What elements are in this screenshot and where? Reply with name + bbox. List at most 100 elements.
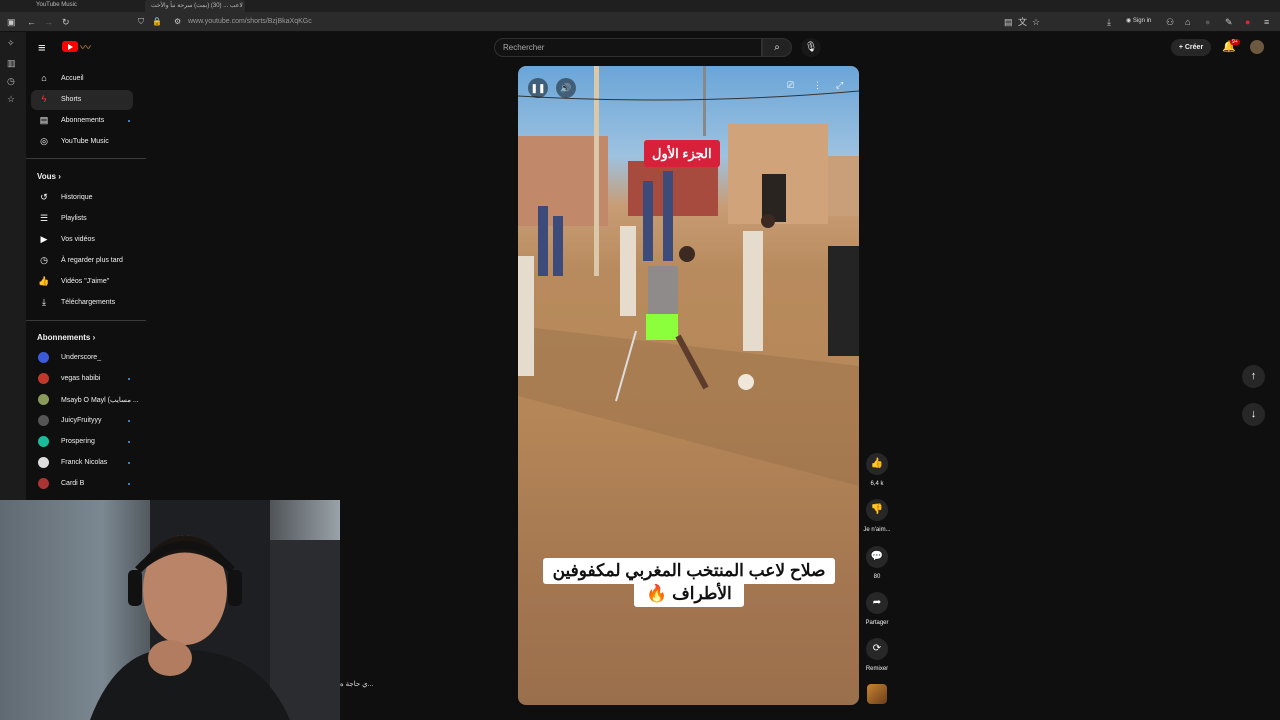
nav-item-youtube-music[interactable]: ◎ YouTube Music [31,132,133,152]
volume-icon: 🔊 [560,83,572,93]
remix-icon: ⟳ [872,643,882,654]
chevron-right-icon: › [58,172,61,181]
subscription-item[interactable]: Franck Nicolas [31,453,133,473]
nav-item-downloads[interactable]: ⤓ Téléchargements [31,293,133,313]
captions-icon[interactable]: ⎚ [787,80,794,91]
mic-button[interactable]: 🎙 [801,38,821,57]
chat-message-snippet: ...ي حاجة ه [340,681,374,688]
fullscreen-icon[interactable]: ⤢ [836,80,843,91]
browser-menu-icon[interactable]: ≡ [1264,12,1269,32]
comments-button[interactable]: 💬 [866,546,888,568]
translate-icon[interactable]: 文 [1018,12,1027,32]
shorts-icon: ϟ [41,94,47,104]
lock-icon[interactable]: 🔒 [152,12,162,32]
new-content-dot [128,462,130,464]
subscription-item[interactable]: Msayb O Mayl (مسايب ... [31,390,139,410]
next-short-button[interactable]: ↓ [1242,403,1265,426]
sign-in-button[interactable]: ◉ Sign in [1126,17,1151,24]
streamer-camera [90,500,340,720]
like-button[interactable]: 👍 [866,453,888,475]
subscription-item[interactable]: Prospering [31,432,133,452]
forward-icon[interactable]: → [44,12,53,32]
address-bar: ▣ ← → ↻ ⛉ 🔒 ⚙ www.youtube.com/shorts/Bzj… [0,12,1280,32]
youtube-sidebar: ⌂ Accueil ϟ Shorts ▤ Abonnements ◎ YouTu… [26,62,146,502]
like-count: 6,4 k [870,481,884,487]
channel-avatar [38,415,49,426]
new-content-dot [128,483,130,485]
download-icon[interactable]: ⤓ [1107,12,1111,32]
home-icon: ⌂ [41,73,47,83]
nav-item-home[interactable]: ⌂ Accueil [31,69,133,89]
ai-icon[interactable]: ✧ [7,38,15,49]
doodle-logo[interactable]: 〰 [80,39,91,55]
channel-avatar [38,373,49,384]
wallet-icon[interactable]: ▥ [7,58,16,69]
arrow-up-icon: ↑ [1250,370,1257,382]
extension-icon[interactable]: ⚇ [1166,12,1174,32]
nav-item-liked-videos[interactable]: 👍 Vidéos "J'aime" [31,272,133,292]
share-icon: ➦ [872,597,882,608]
account-avatar[interactable] [1250,40,1264,54]
url-text[interactable]: www.youtube.com/shorts/BzjBkaXqKGc [188,12,312,32]
subscription-item[interactable]: Cardi B [31,474,133,494]
caption-line: الأطراف 🔥 [634,584,744,607]
vpn-icon[interactable]: ⌂ [1185,12,1190,32]
browser-tab[interactable]: YouTube Music [30,0,83,12]
share-label: Partager [865,620,889,626]
browser-tab-active[interactable]: لاعب ... (30) (بمت) سرحة نبأ والأخت [145,0,245,12]
pause-button[interactable]: ❚❚ [528,78,548,98]
sidebar-toggle-icon[interactable]: ▣ [7,12,16,32]
subscription-item[interactable]: vegas habibi [31,369,133,389]
search-input[interactable]: Rechercher [494,38,762,57]
shield-icon[interactable]: ⛉ [138,12,144,32]
profile-icon[interactable]: ● [1205,12,1210,32]
history-icon[interactable]: ◷ [7,76,15,87]
thumbs-down-icon: 👎 [870,504,884,515]
pen-icon[interactable]: ✎ [1225,12,1233,32]
nav-item-watch-later[interactable]: ◷ À regarder plus tard [31,251,133,271]
back-icon[interactable]: ← [27,12,36,32]
new-content-dot [128,420,130,422]
comment-icon: 💬 [870,551,884,562]
nav-item-subscriptions[interactable]: ▤ Abonnements [31,111,133,131]
comment-count: 80 [873,574,881,580]
nav-item-playlists[interactable]: ☰ Playlists [31,209,133,229]
more-options-icon[interactable]: ⋮ [813,80,822,91]
subscription-item[interactable]: Underscore_ [31,348,133,368]
you-heading[interactable]: Vous › [37,172,61,181]
clock-icon: ◷ [40,255,48,265]
pause-icon: ❚❚ [530,83,546,93]
video-icon: ▶ [40,234,48,244]
volume-button[interactable]: 🔊 [556,78,576,98]
video-caption: صلاح لاعب المنتخب المغربي لمكفوفين الأطر… [526,558,852,607]
video-part-badge: الجزء الأول [644,140,720,167]
remix-button[interactable]: ⟳ [866,638,888,660]
reload-icon[interactable]: ↻ [62,12,70,32]
create-button[interactable]: + Créer [1171,39,1211,56]
dislike-button[interactable]: 👎 [866,499,888,521]
youtube-logo[interactable] [62,41,78,52]
star-icon[interactable]: ☆ [1032,12,1040,32]
subscription-item[interactable]: JuicyFruityyy [31,411,133,431]
nav-item-shorts[interactable]: ϟ Shorts [31,90,133,110]
search-button[interactable]: ⌕ [762,38,792,57]
site-settings-icon[interactable]: ⚙ [174,12,181,32]
opera-icon[interactable]: ● [1245,12,1250,32]
search-icon: ⌕ [774,42,780,53]
nav-item-history[interactable]: ↺ Historique [31,188,133,208]
reader-icon[interactable]: ▤ [1004,12,1013,32]
bookmarks-icon[interactable]: ☆ [7,94,15,105]
previous-short-button[interactable]: ↑ [1242,365,1265,388]
divider [26,158,146,159]
menu-icon[interactable]: ≡ [38,40,46,55]
dislike-label: Je n'aim... [863,527,891,533]
playlist-icon: ☰ [39,213,49,223]
subscriptions-heading[interactable]: Abonnements › [37,333,95,342]
divider [26,320,146,321]
channel-avatar [38,478,49,489]
sound-thumbnail[interactable] [867,684,887,704]
share-button[interactable]: ➦ [866,592,888,614]
channel-avatar [38,436,49,447]
thumbs-up-icon: 👍 [870,458,884,469]
nav-item-your-videos[interactable]: ▶ Vos vidéos [31,230,133,250]
